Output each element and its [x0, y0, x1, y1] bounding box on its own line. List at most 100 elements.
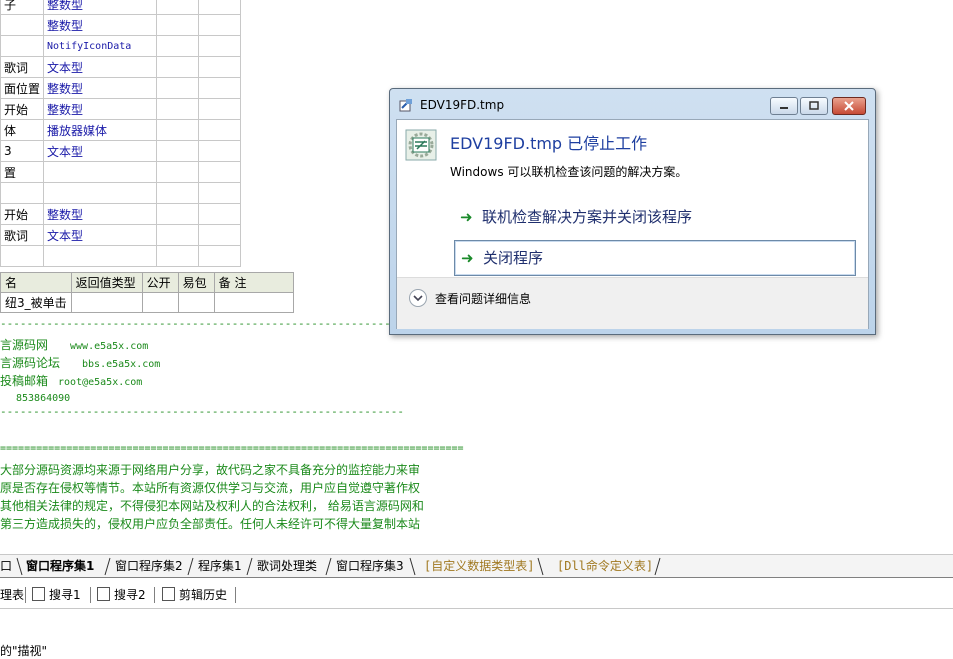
- variable-array[interactable]: [156, 203, 200, 225]
- variable-type[interactable]: NotifyIconData: [43, 35, 158, 57]
- variable-name[interactable]: [0, 182, 45, 204]
- variable-name[interactable]: 开始: [0, 98, 45, 120]
- variable-array[interactable]: [156, 245, 200, 267]
- variable-remark[interactable]: [198, 203, 242, 225]
- variable-remark[interactable]: [198, 56, 242, 78]
- variable-remark[interactable]: [198, 14, 242, 36]
- variable-type[interactable]: 文本型: [43, 56, 158, 78]
- variable-array[interactable]: [156, 98, 200, 120]
- maximize-icon: [809, 101, 819, 110]
- variable-name[interactable]: 置: [0, 161, 45, 183]
- tab-clip-history[interactable]: 剪辑历史: [162, 586, 227, 604]
- variable-type[interactable]: 整数型: [43, 203, 158, 225]
- variable-remark[interactable]: [198, 0, 242, 15]
- editor-tab-bar: 口 窗口程序集1 窗口程序集2 程序集1 歌词处理类 窗口程序集3 [自定义数据…: [0, 554, 953, 578]
- variable-row[interactable]: NotifyIconData: [0, 35, 242, 57]
- variable-remark[interactable]: [198, 161, 242, 183]
- variable-type[interactable]: 整数型: [43, 14, 158, 36]
- variable-type[interactable]: [43, 161, 158, 183]
- variable-row[interactable]: 整数型: [0, 14, 242, 36]
- sub-return-type[interactable]: [70, 292, 143, 313]
- header-remark: 备 注: [213, 272, 294, 293]
- close-button[interactable]: [832, 97, 866, 115]
- variable-remark[interactable]: [198, 224, 242, 246]
- comment-line: 853864090: [16, 393, 71, 404]
- variable-type[interactable]: 整数型: [43, 98, 158, 120]
- variable-remark[interactable]: [198, 98, 242, 120]
- variable-row[interactable]: 面位置 整数型: [0, 77, 242, 99]
- variable-name[interactable]: 3: [0, 140, 45, 162]
- variable-array[interactable]: [156, 56, 200, 78]
- comment-line: 投稿邮箱 root@e5a5x.com: [0, 374, 143, 388]
- view-details-link[interactable]: 查看问题详细信息: [435, 290, 531, 307]
- tab-search-1[interactable]: 搜寻1: [32, 586, 81, 604]
- comment-separator: ----------------------------------------…: [0, 405, 404, 418]
- variable-type[interactable]: 文本型: [43, 224, 158, 246]
- variable-array[interactable]: [156, 182, 200, 204]
- sub-epackage[interactable]: [177, 292, 215, 313]
- variable-type[interactable]: [43, 245, 158, 267]
- sub-name[interactable]: 纽3_被单击: [0, 292, 72, 313]
- variable-row[interactable]: 子整数型: [0, 0, 242, 15]
- variable-row[interactable]: [0, 182, 242, 204]
- variable-type[interactable]: 整数型: [43, 77, 158, 99]
- variable-table: 子整数型 整数型 NotifyIconData 歌词 文本型 面位置 整数型 开始 整数型体播放…: [0, 0, 242, 267]
- variable-array[interactable]: [156, 140, 200, 162]
- variable-name[interactable]: 面位置: [0, 77, 45, 99]
- toolbar-separator: [90, 587, 91, 603]
- variable-array[interactable]: [156, 119, 200, 141]
- subroutine-row[interactable]: 纽3_被单击: [0, 292, 294, 313]
- check-online-option[interactable]: ➜ 联机检查解决方案并关闭该程序: [454, 200, 854, 234]
- variable-array[interactable]: [156, 77, 200, 99]
- tab-search-2[interactable]: 搜寻2: [97, 586, 146, 604]
- chevron-down-icon[interactable]: [409, 289, 427, 307]
- sub-public[interactable]: [141, 292, 179, 313]
- variable-array[interactable]: [156, 0, 200, 15]
- variable-type[interactable]: 播放器媒体: [43, 119, 158, 141]
- header-epackage: 易包: [177, 272, 215, 293]
- variable-row[interactable]: 开始 整数型: [0, 203, 242, 225]
- variable-remark[interactable]: [198, 119, 242, 141]
- variable-remark[interactable]: [198, 77, 242, 99]
- toolbar-separator: [25, 587, 26, 603]
- variable-name[interactable]: 开始: [0, 203, 45, 225]
- comment-double-separator: ========================================…: [0, 443, 464, 454]
- variable-row[interactable]: [0, 245, 242, 267]
- variable-row[interactable]: 体播放器媒体: [0, 119, 242, 141]
- variable-name[interactable]: [0, 35, 45, 57]
- variable-row[interactable]: 3 文本型: [0, 140, 242, 162]
- variable-remark[interactable]: [198, 140, 242, 162]
- variable-type[interactable]: 文本型: [43, 140, 158, 162]
- error-dialog: EDV19FD.tmp EDV19FD.tmp 已停止工作 Windows 可以…: [389, 88, 876, 335]
- variable-remark[interactable]: [198, 182, 242, 204]
- search-icon: [97, 587, 110, 601]
- variable-array[interactable]: [156, 161, 200, 183]
- variable-name[interactable]: [0, 14, 45, 36]
- variable-name[interactable]: 子: [0, 0, 45, 15]
- variable-row[interactable]: 歌词 文本型: [0, 224, 242, 246]
- variable-array[interactable]: [156, 35, 200, 57]
- header-return-type: 返回值类型: [70, 272, 143, 293]
- variable-type[interactable]: [43, 182, 158, 204]
- variable-row[interactable]: 置: [0, 161, 242, 183]
- dialog-title: EDV19FD.tmp: [420, 98, 505, 112]
- variable-row[interactable]: 开始 整数型: [0, 98, 242, 120]
- sub-remark[interactable]: [213, 292, 294, 313]
- variable-type[interactable]: 整数型: [43, 0, 158, 15]
- variable-name[interactable]: [0, 245, 45, 267]
- header-public: 公开: [141, 272, 179, 293]
- variable-remark[interactable]: [198, 35, 242, 57]
- variable-array[interactable]: [156, 14, 200, 36]
- variable-remark[interactable]: [198, 245, 242, 267]
- variable-name[interactable]: 歌词: [0, 56, 45, 78]
- close-program-option[interactable]: ➜ 关闭程序: [454, 240, 856, 276]
- variable-row[interactable]: 歌词 文本型: [0, 56, 242, 78]
- tab-object-list[interactable]: 理表: [0, 586, 24, 604]
- dialog-content: EDV19FD.tmp 已停止工作 Windows 可以联机检查该问题的解决方案…: [396, 119, 869, 329]
- search-icon: [32, 587, 45, 601]
- variable-name[interactable]: 歌词: [0, 224, 45, 246]
- variable-array[interactable]: [156, 224, 200, 246]
- maximize-button[interactable]: [800, 97, 828, 115]
- variable-name[interactable]: 体: [0, 119, 45, 141]
- minimize-button[interactable]: [770, 97, 798, 115]
